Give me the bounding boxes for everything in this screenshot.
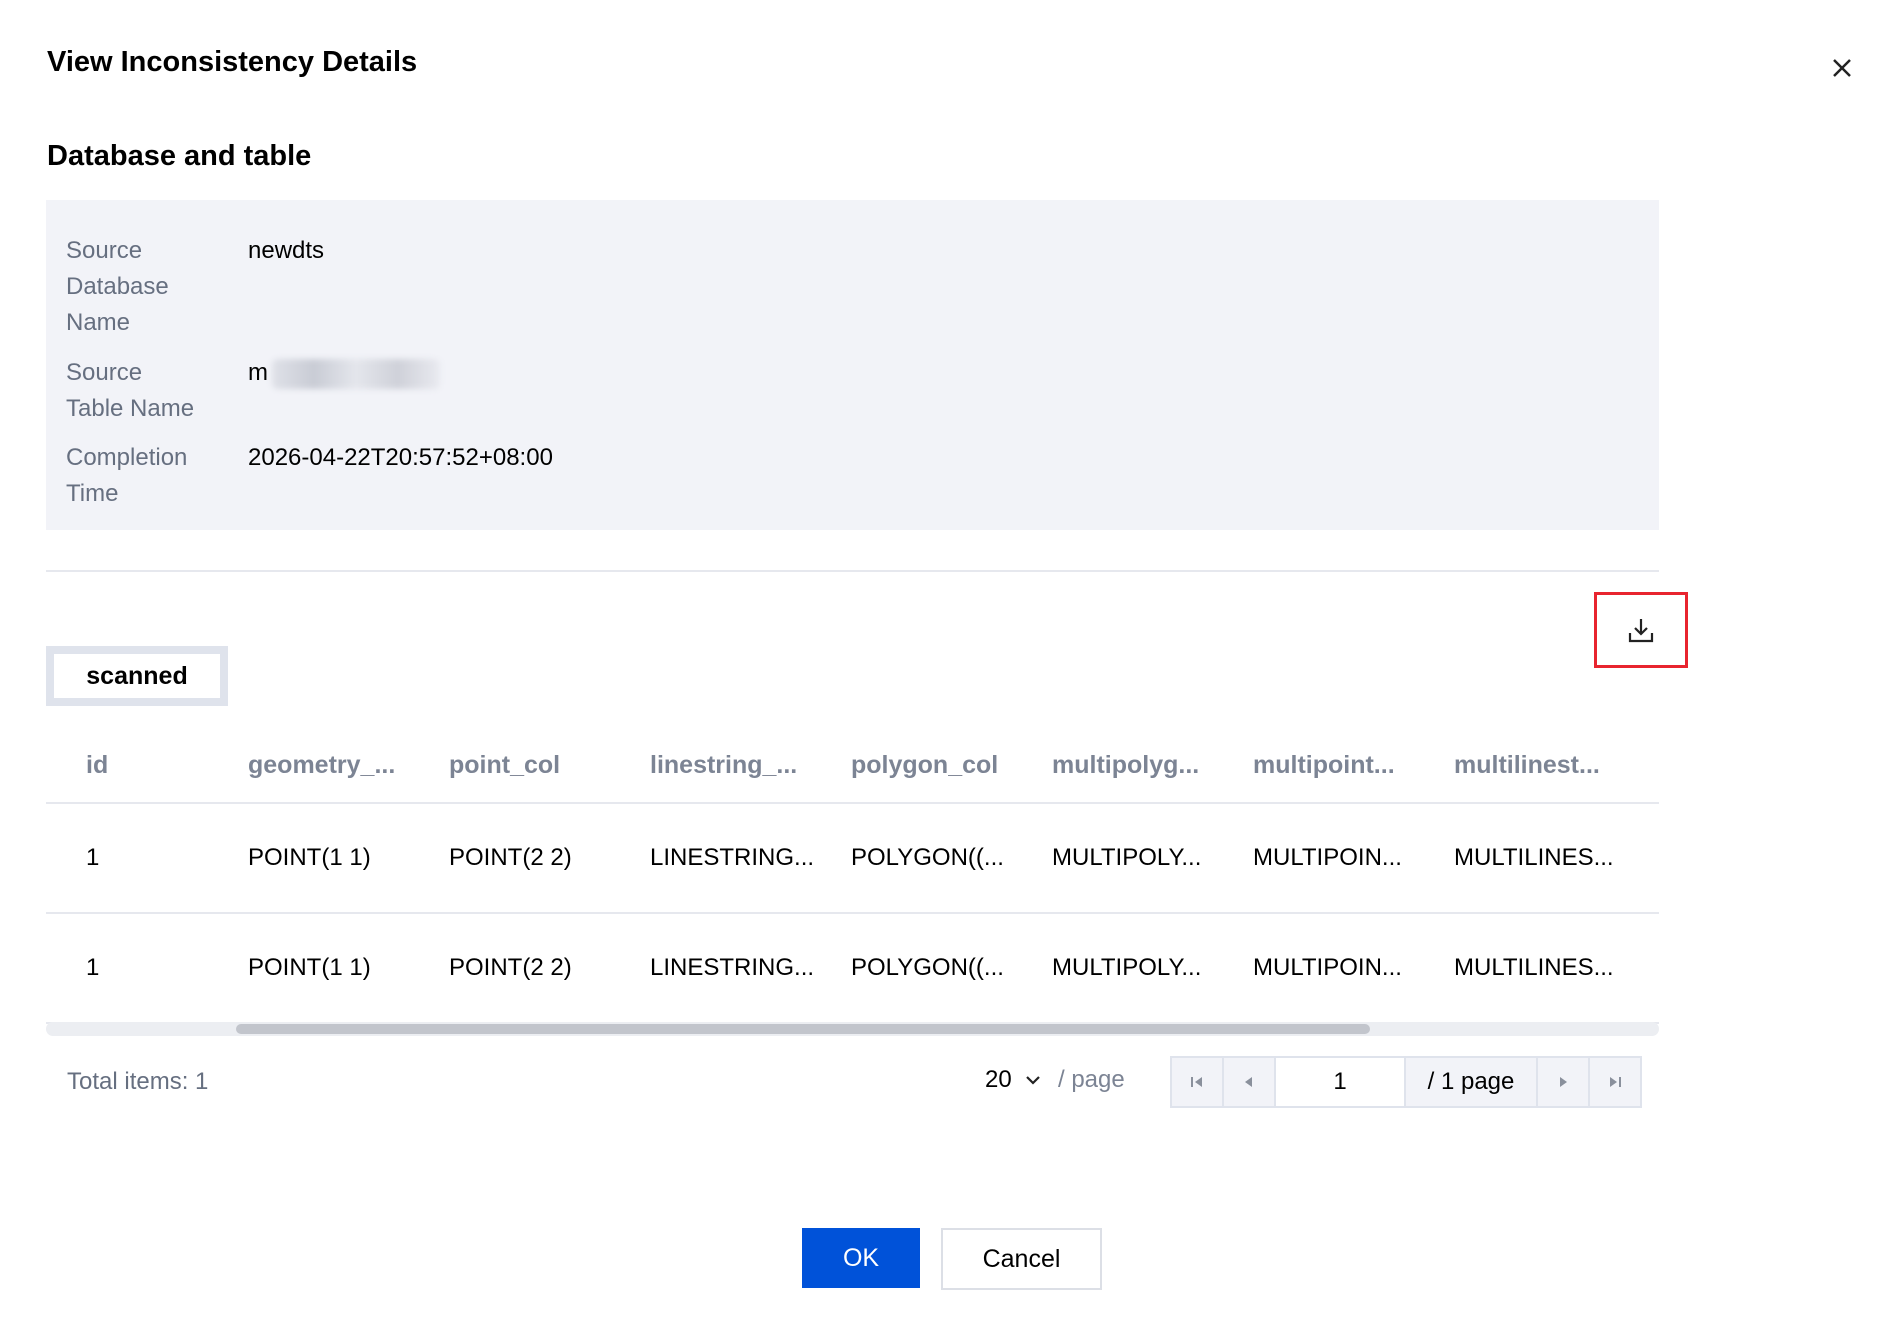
table-cell: POINT(1 1)	[248, 844, 371, 871]
label-line: Database	[66, 273, 169, 300]
column-header[interactable]: point_col	[449, 751, 650, 780]
divider	[46, 570, 1659, 572]
info-value: m	[248, 355, 440, 427]
per-page-label: / page	[1058, 1066, 1125, 1093]
page-size-select[interactable]: 20	[985, 1066, 1044, 1094]
dialog-title: View Inconsistency Details	[47, 46, 418, 78]
close-button[interactable]	[1824, 50, 1860, 86]
info-label: Source Database Name	[66, 233, 248, 341]
info-row-database: Source Database Name newdts	[66, 233, 324, 341]
label-line: Completion	[66, 444, 188, 471]
table-cell: MULTILINES...	[1454, 844, 1614, 871]
tab-scanned[interactable]: scanned	[54, 654, 220, 698]
table-cell: MULTIPOLY...	[1052, 844, 1202, 871]
prev-page-button[interactable]	[1224, 1058, 1276, 1106]
table-cell: POINT(2 2)	[449, 844, 572, 871]
column-header[interactable]: multilinest...	[1454, 751, 1655, 780]
table-cell: POLYGON((...	[851, 954, 1004, 981]
info-value: 2026-04-22T20:57:52+08:00	[248, 444, 553, 471]
label-line: Source	[66, 359, 143, 386]
ok-button[interactable]: OK	[802, 1228, 920, 1288]
total-pages: / 1 page	[1406, 1058, 1538, 1106]
column-header[interactable]: geometry_...	[248, 751, 449, 780]
info-row-completion: Completion Time 2026-04-22T20:57:52+08:0…	[66, 440, 553, 512]
column-header[interactable]: multipoint...	[1253, 751, 1454, 780]
next-page-icon	[1560, 1077, 1567, 1087]
cancel-button[interactable]: Cancel	[941, 1228, 1102, 1290]
first-page-icon	[1191, 1077, 1202, 1087]
table-cell: POINT(1 1)	[248, 954, 371, 981]
label-line: Source	[66, 237, 143, 264]
table-cell: MULTIPOIN...	[1253, 844, 1402, 871]
info-label: Completion Time	[66, 440, 248, 512]
redacted-blur	[272, 358, 440, 389]
section-title: Database and table	[47, 140, 312, 172]
table-row: 1 POINT(1 1) POINT(2 2) LINESTRING... PO…	[46, 804, 1659, 914]
data-table: id geometry_... point_col linestring_...…	[46, 728, 1659, 1024]
last-page-button[interactable]	[1590, 1058, 1640, 1106]
table-cell: POLYGON((...	[851, 844, 1004, 871]
table-name-text: m	[248, 359, 268, 386]
table-cell: POINT(2 2)	[449, 954, 572, 981]
column-header[interactable]: multipolyg...	[1052, 751, 1253, 780]
table-cell: LINESTRING...	[650, 844, 815, 871]
page-size-value: 20	[985, 1066, 1012, 1093]
label-line: Time	[66, 480, 119, 507]
pager: 1 / 1 page	[1170, 1056, 1642, 1108]
table-cell: 1	[86, 954, 100, 981]
scrollbar-thumb[interactable]	[236, 1024, 1370, 1034]
chevron-down-icon	[1025, 1076, 1040, 1085]
column-header[interactable]: polygon_col	[851, 751, 1052, 780]
info-panel: Source Database Name newdts Source Table…	[46, 200, 1659, 530]
info-row-table: Source Table Name m	[66, 355, 440, 427]
table-row: 1 POINT(1 1) POINT(2 2) LINESTRING... PO…	[46, 914, 1659, 1024]
table-cell: MULTILINES...	[1454, 954, 1614, 981]
info-label: Source Table Name	[66, 355, 248, 427]
table-cell: LINESTRING...	[650, 954, 815, 981]
last-page-icon	[1610, 1077, 1621, 1087]
table-cell: MULTIPOIN...	[1253, 954, 1402, 981]
label-line: Name	[66, 309, 131, 336]
next-page-button[interactable]	[1538, 1058, 1590, 1106]
close-icon[interactable]	[1824, 50, 1860, 86]
download-button[interactable]	[1594, 592, 1688, 668]
table-cell: 1	[86, 844, 100, 871]
column-header[interactable]: id	[46, 751, 248, 780]
page-number-input[interactable]: 1	[1276, 1058, 1406, 1106]
first-page-button[interactable]	[1172, 1058, 1224, 1106]
table-header: id geometry_... point_col linestring_...…	[46, 728, 1659, 804]
column-header[interactable]: linestring_...	[650, 751, 851, 780]
horizontal-scrollbar[interactable]	[46, 1022, 1659, 1036]
table-cell: MULTIPOLY...	[1052, 954, 1202, 981]
total-items: Total items: 1	[67, 1068, 209, 1095]
prev-page-icon	[1245, 1077, 1252, 1087]
info-value: newdts	[248, 237, 325, 264]
download-icon[interactable]	[1626, 615, 1656, 645]
label-line: Table Name	[66, 395, 195, 422]
tab-bar: scanned	[46, 646, 228, 706]
